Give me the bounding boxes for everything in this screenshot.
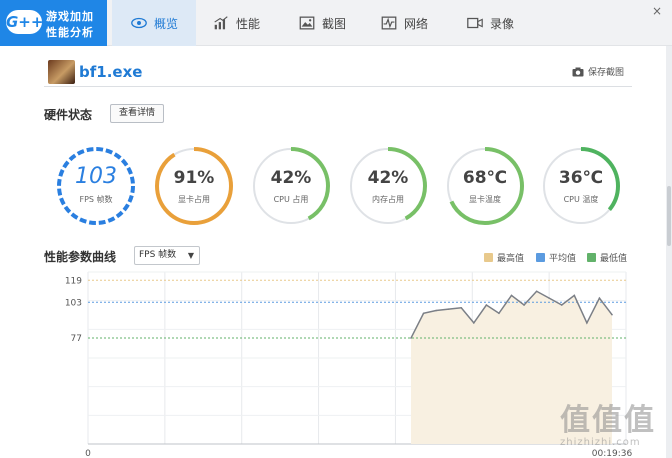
- data-point: [548, 297, 550, 299]
- legend-min: 最低值: [587, 251, 627, 264]
- save-screenshot-button[interactable]: 保存截图: [572, 65, 624, 78]
- legend-swatch-avg: [536, 253, 545, 262]
- gauge-value: 91%: [173, 168, 215, 188]
- y-tick-label: 77: [71, 334, 82, 344]
- watermark-logo: 值值值: [560, 403, 656, 438]
- y-tick-label: 103: [65, 298, 82, 308]
- legend-label-min: 最低值: [600, 254, 628, 264]
- gauge-value: 103: [75, 164, 117, 189]
- tab-label: 截图: [322, 16, 347, 31]
- gauge-cpu-temp: 36℃ CPU 温度: [539, 144, 623, 228]
- data-point: [447, 308, 450, 310]
- header-divider: [44, 86, 632, 87]
- gauge-value: 42%: [270, 168, 312, 188]
- eye-icon: [131, 17, 147, 29]
- chevron-down-icon: ▼: [187, 251, 194, 260]
- process-header: bf1.exe: [48, 60, 142, 84]
- gauge-value: 36℃: [558, 168, 604, 188]
- gauge-label: 显卡温度: [469, 195, 501, 204]
- gauge-value: 42%: [367, 168, 409, 188]
- video-camera-icon: [467, 17, 483, 29]
- data-point: [435, 309, 437, 312]
- gauge-label: 显卡占用: [178, 195, 210, 204]
- scrollbar[interactable]: [666, 46, 672, 458]
- logo-title-line2: 性能分析: [46, 26, 94, 39]
- camera-icon: [572, 67, 584, 76]
- gauge-gpu-usage: 91% 显卡占用: [152, 144, 236, 228]
- gauge-mem-usage: 42% 内存占用: [346, 144, 430, 228]
- data-point: [485, 304, 488, 306]
- data-point: [460, 306, 463, 309]
- data-point: [535, 290, 538, 293]
- gauge-fps: 103 FPS 帧数: [54, 144, 138, 228]
- legend-label-max: 最高值: [497, 254, 525, 264]
- tab-network[interactable]: 网络: [380, 0, 428, 46]
- x-start-label: 0: [85, 449, 91, 458]
- data-point: [422, 312, 425, 315]
- process-name: bf1.exe: [79, 63, 143, 81]
- save-screenshot-label: 保存截图: [588, 68, 625, 78]
- data-point: [560, 304, 563, 306]
- gauge-label: CPU 温度: [563, 195, 599, 204]
- app-logo: G++ 游戏加加 性能分析: [0, 0, 107, 46]
- gauge-cpu-usage: 42% CPU 占用: [249, 144, 333, 228]
- tab-label: 网络: [404, 16, 429, 31]
- data-point: [573, 294, 576, 297]
- y-tick-label: 119: [65, 276, 82, 286]
- gauge-value: 68℃: [462, 168, 508, 188]
- logo-title-line1: 游戏加加: [46, 10, 94, 23]
- data-point: [473, 322, 475, 324]
- legend-label-avg: 平均值: [549, 254, 577, 264]
- tab-label: 录像: [490, 16, 515, 31]
- data-point: [586, 322, 588, 324]
- image-icon: [299, 16, 315, 30]
- metric-select-value: FPS 帧数: [139, 250, 177, 260]
- x-end-label: 00:19:36: [592, 449, 633, 458]
- bar-chart-icon: [214, 16, 228, 30]
- watermark: 值值值 zhizhizhi.com: [560, 395, 656, 448]
- gauge-label: CPU 占用: [273, 195, 309, 204]
- legend-swatch-min: [587, 253, 596, 262]
- tab-recording[interactable]: 录像: [466, 0, 514, 46]
- performance-curve-title: 性能参数曲线: [44, 250, 117, 264]
- tab-label: 概览: [153, 16, 178, 31]
- legend-swatch-max: [484, 253, 493, 262]
- gauge-label: FPS 帧数: [79, 195, 113, 204]
- gauge-gpu-temp: 68℃ 显卡温度: [443, 144, 527, 228]
- logo-badge: G++: [6, 10, 43, 34]
- game-avatar: [48, 60, 75, 84]
- app-window: G++ 游戏加加 性能分析 概览 性能 截图 网络 录像 × bf1.exe 保…: [0, 0, 672, 458]
- data-point: [510, 294, 513, 297]
- tab-screenshot[interactable]: 截图: [298, 0, 346, 46]
- data-point: [410, 337, 412, 339]
- metric-select[interactable]: FPS 帧数 ▼: [134, 246, 200, 265]
- view-details-button[interactable]: 查看详情: [110, 104, 164, 123]
- data-point: [523, 304, 525, 306]
- gauge-label: 内存占用: [372, 195, 404, 204]
- scrollbar-thumb[interactable]: [667, 186, 671, 246]
- tab-overview[interactable]: 概览: [112, 0, 196, 46]
- data-point: [611, 313, 613, 316]
- top-navigation-bar: G++ 游戏加加 性能分析 概览 性能 截图 网络 录像 ×: [0, 0, 672, 46]
- close-button[interactable]: ×: [650, 4, 664, 18]
- data-point: [498, 312, 500, 315]
- legend-max: 最高值: [484, 251, 524, 264]
- hardware-status-title: 硬件状态: [44, 108, 93, 122]
- tab-label: 性能: [236, 16, 261, 31]
- pulse-icon: [381, 16, 397, 30]
- legend-avg: 平均值: [536, 251, 576, 264]
- data-point: [598, 297, 601, 299]
- tab-performance[interactable]: 性能: [212, 0, 260, 46]
